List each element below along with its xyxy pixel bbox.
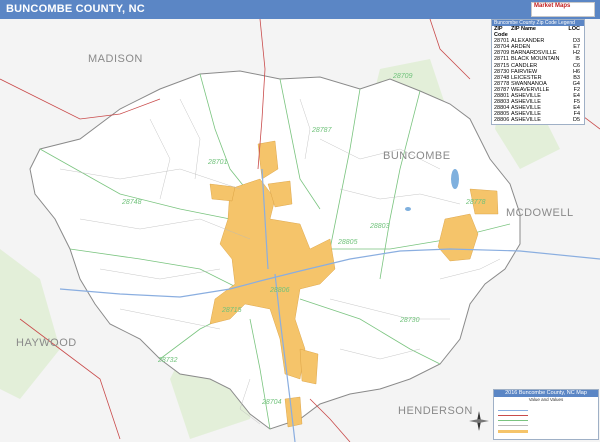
legend-col-loc: LOC [568, 26, 580, 32]
publisher-logo: Market Maps [531, 2, 595, 17]
zip-label: 28709 [393, 73, 413, 80]
key-zip-line [498, 420, 528, 421]
key-urban-swatch [498, 430, 528, 433]
title-bar: BUNCOMBE COUNTY, NC Market Maps [0, 0, 600, 20]
county-label-mcdowell: MCDOWELL [506, 207, 574, 219]
legend-col-zip: ZIP Code [494, 26, 508, 39]
inset-subtitle: Value and Values [528, 397, 564, 402]
county-label-buncombe: BUNCOMBE [383, 150, 451, 162]
zip-label: 28778 [466, 199, 486, 206]
county-label-madison: MADISON [88, 53, 143, 65]
zip-label: 28803 [370, 223, 390, 230]
county-label-haywood: HAYWOOD [16, 337, 77, 349]
zip-label: 28806 [270, 287, 290, 294]
zip-label: 28748 [122, 199, 142, 206]
legend-column-headers: ZIP Code ZIP Name LOC [492, 26, 584, 38]
zip-label: 28805 [338, 239, 358, 246]
zip-label: 28704 [262, 399, 282, 406]
legend-col-name: ZIP Name [511, 26, 536, 32]
zip-label: 28701 [208, 159, 228, 166]
legend-zip: 28806 [494, 117, 510, 124]
county-label-henderson: HENDERSON [398, 405, 473, 417]
compass-rose-icon [469, 411, 489, 431]
inset-title: 2016 Buncombe County, NC Map [494, 390, 598, 397]
zip-label: 28730 [400, 317, 420, 324]
legend-zip-name: ASHEVILLE [511, 117, 541, 124]
zip-label: 28732 [158, 357, 178, 364]
map-title: BUNCOMBE COUNTY, NC [6, 3, 145, 15]
key-interstate-line [498, 410, 528, 411]
key-road-line [498, 425, 528, 426]
key-highway-line [498, 415, 528, 416]
legend-row: 28806 ASHEVILLE D5 [492, 117, 584, 123]
legend-rows: 28701 ALEXANDER D3 28704 ARDEN E7 28709 BARNARD… [492, 38, 584, 123]
legend-loc: D5 [572, 117, 580, 124]
map-key-inset: 2016 Buncombe County, NC Map Value and V… [493, 389, 599, 440]
zip-label: 28787 [312, 127, 332, 134]
logo-text: Market Maps [534, 3, 571, 9]
zip-legend: Buncombe County Zip Code Legend ZIP Code… [491, 19, 585, 125]
zip-label: 28715 [222, 307, 242, 314]
